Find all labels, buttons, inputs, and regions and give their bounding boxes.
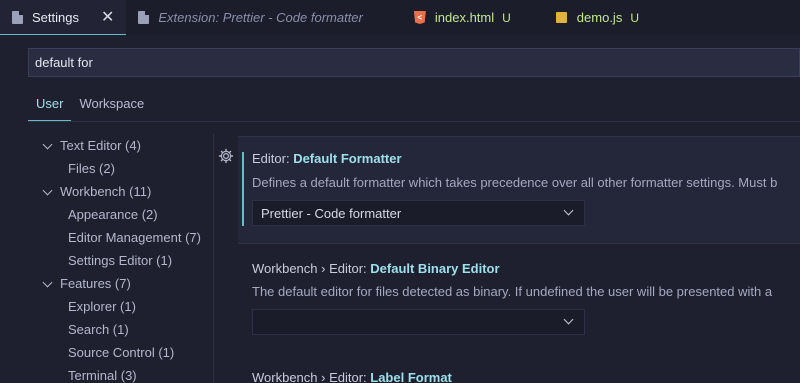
toc-label: Features (7) bbox=[60, 276, 131, 291]
toc-label: Source Control (1) bbox=[68, 345, 175, 360]
toc-label: Workbench (11) bbox=[60, 184, 152, 199]
toc-item-terminal[interactable]: Terminal (3) bbox=[28, 364, 214, 383]
setting-name: Default Binary Editor bbox=[370, 261, 500, 276]
toc-label: Files (2) bbox=[68, 161, 115, 176]
toc-item-settings-editor[interactable]: Settings Editor (1) bbox=[28, 249, 214, 272]
tab-extension-prettier[interactable]: Extension: Prettier - Code formatter bbox=[126, 0, 374, 35]
tab-workspace[interactable]: Workspace bbox=[71, 94, 152, 121]
document-icon bbox=[136, 11, 150, 25]
settings-search-input[interactable] bbox=[35, 55, 799, 70]
setting-title-default-binary-editor: Workbench › Editor: Default Binary Edito… bbox=[252, 261, 500, 276]
tab-label: Settings bbox=[32, 9, 79, 25]
setting-category: Workbench › Editor: bbox=[252, 261, 371, 276]
tab-demo-js[interactable]: demo.js U bbox=[545, 0, 651, 35]
select-value: Prettier - Code formatter bbox=[261, 205, 402, 221]
setting-name: Default Formatter bbox=[293, 151, 402, 166]
untracked-badge: U bbox=[630, 10, 639, 25]
chevron-down-icon bbox=[563, 205, 574, 216]
default-binary-editor-select[interactable] bbox=[252, 309, 585, 335]
document-icon bbox=[10, 10, 24, 24]
settings-search-box[interactable] bbox=[28, 48, 800, 77]
tab-label: index.html bbox=[434, 10, 495, 25]
chevron-down-icon bbox=[42, 140, 54, 152]
gear-icon[interactable] bbox=[218, 148, 234, 164]
toc-item-appearance[interactable]: Appearance (2) bbox=[28, 203, 214, 226]
settings-toc: Text Editor (4) Files (2) Workbench (11)… bbox=[28, 134, 214, 383]
chevron-down-icon bbox=[42, 278, 54, 290]
setting-title-default-formatter: Editor: Default Formatter bbox=[252, 151, 402, 166]
toc-label: Text Editor (4) bbox=[60, 138, 141, 153]
tab-user[interactable]: User bbox=[28, 94, 72, 121]
toc-item-features[interactable]: Features (7) bbox=[28, 272, 214, 295]
untracked-badge: U bbox=[502, 10, 511, 25]
html-file-icon: < bbox=[413, 11, 427, 25]
toc-divider bbox=[213, 134, 214, 383]
setting-name: Label Format bbox=[370, 370, 452, 383]
toc-item-files[interactable]: Files (2) bbox=[28, 157, 214, 180]
setting-category: Editor: bbox=[252, 151, 294, 166]
toc-item-workbench[interactable]: Workbench (11) bbox=[28, 180, 214, 203]
setting-description: The default editor for files detected as… bbox=[252, 284, 773, 299]
toc-item-text-editor[interactable]: Text Editor (4) bbox=[28, 134, 214, 157]
divider bbox=[28, 121, 800, 122]
toc-label: Editor Management (7) bbox=[68, 230, 201, 245]
toc-item-explorer[interactable]: Explorer (1) bbox=[28, 295, 214, 318]
setting-title-label-format: Workbench › Editor: Label Format bbox=[252, 370, 452, 383]
toc-label: Settings Editor (1) bbox=[68, 253, 173, 268]
toc-item-search[interactable]: Search (1) bbox=[28, 318, 214, 341]
toc-label: Appearance (2) bbox=[68, 207, 158, 222]
toc-label: Terminal (3) bbox=[68, 368, 137, 383]
js-file-icon bbox=[555, 11, 569, 25]
settings-scope-tabs: User Workspace bbox=[28, 94, 152, 121]
toc-item-source-control[interactable]: Source Control (1) bbox=[28, 341, 214, 364]
focus-indicator bbox=[242, 152, 244, 226]
toc-label: Explorer (1) bbox=[68, 299, 136, 314]
toc-item-editor-management[interactable]: Editor Management (7) bbox=[28, 226, 214, 249]
setting-description: Defines a default formatter which takes … bbox=[252, 175, 778, 190]
toc-label: Search (1) bbox=[68, 322, 129, 337]
setting-category: Workbench › Editor: bbox=[252, 370, 371, 383]
default-formatter-select[interactable]: Prettier - Code formatter bbox=[252, 200, 585, 226]
tab-label: demo.js bbox=[576, 10, 623, 25]
tab-index-html[interactable]: < index.html U bbox=[403, 0, 523, 35]
editor-tab-bar: Settings ✕ Extension: Prettier - Code fo… bbox=[0, 0, 800, 35]
chevron-down-icon bbox=[563, 314, 574, 325]
close-icon[interactable]: ✕ bbox=[101, 7, 114, 27]
tab-settings[interactable]: Settings ✕ bbox=[0, 0, 127, 35]
tab-label: Extension: Prettier - Code formatter bbox=[158, 10, 363, 25]
chevron-down-icon bbox=[42, 186, 54, 198]
